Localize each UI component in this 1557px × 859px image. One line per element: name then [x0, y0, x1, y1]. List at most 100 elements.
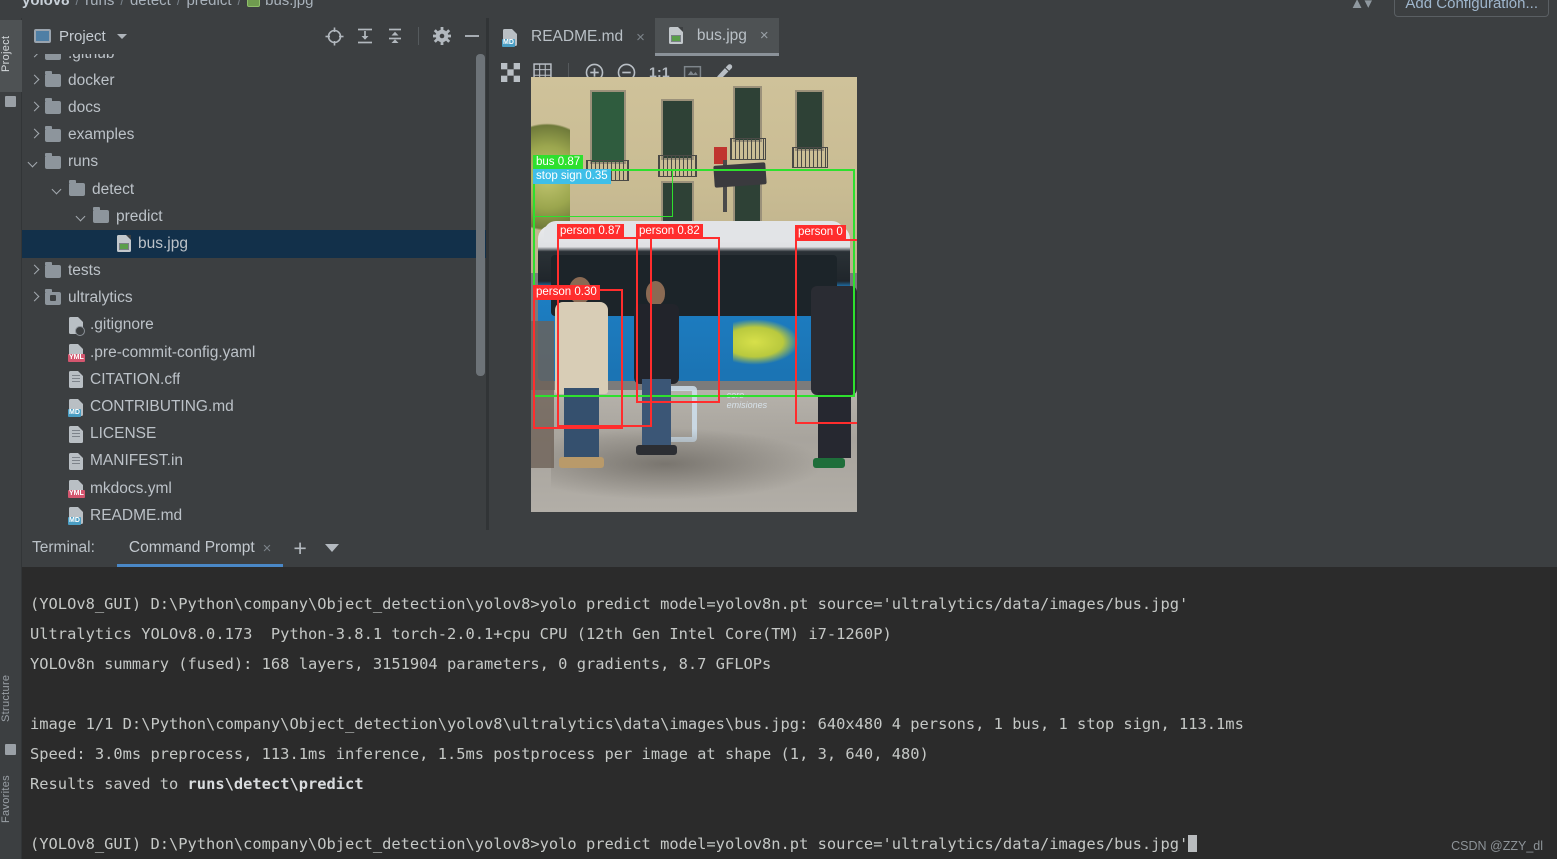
tree-row[interactable]: bus.jpg [22, 230, 489, 258]
folder-icon [45, 54, 61, 61]
tree-row[interactable]: detect [22, 176, 489, 203]
tree-row[interactable]: MD README.md [22, 502, 489, 529]
tree-row[interactable]: MANIFEST.in [22, 448, 489, 475]
terminal-tool-window: Terminal: Command Prompt × + (YOLOv8_GUI… [22, 530, 1557, 859]
tree-row[interactable]: tests [22, 258, 489, 285]
project-panel-actions [325, 18, 481, 54]
breadcrumb-item-detect[interactable]: detect [124, 0, 177, 9]
project-window-icon [34, 29, 51, 43]
tree-row-label: examples [68, 126, 135, 144]
tree-row-label: README.md [90, 506, 183, 524]
tree-row[interactable]: .github [22, 54, 489, 67]
chevron-down-icon[interactable] [116, 33, 127, 39]
chevron-right-icon[interactable] [28, 265, 41, 278]
markdown-file-icon: MD [502, 28, 517, 47]
breadcrumb-item-file[interactable]: bus.jpg [241, 0, 319, 9]
project-tree-scrollbar[interactable] [476, 54, 485, 376]
terminal-line: YOLOv8n summary (fused): 168 layers, 315… [30, 655, 772, 673]
folder-icon [45, 98, 61, 115]
image-file-icon [668, 27, 683, 44]
tree-row-label: runs [68, 153, 99, 171]
chevron-right-icon[interactable] [28, 292, 41, 305]
tree-row[interactable]: MD CONTRIBUTING.md [22, 393, 489, 420]
chevron-down-icon[interactable] [28, 156, 41, 169]
chevron-right-icon[interactable] [28, 129, 41, 142]
tree-row[interactable]: predict [22, 203, 489, 230]
close-icon[interactable]: × [760, 27, 769, 44]
breadcrumb-file-label: bus.jpg [265, 0, 314, 9]
tree-row[interactable]: .gitignore [22, 312, 489, 339]
chevron-right-icon[interactable] [28, 54, 41, 60]
breadcrumb-item-predict[interactable]: predict [180, 0, 237, 9]
terminal-tab-label: Command Prompt [128, 539, 255, 556]
terminal-output[interactable]: (YOLOv8_GUI) D:\Python\company\Object_de… [22, 567, 1557, 859]
bbox-label-bus: bus 0.87 [533, 155, 584, 171]
project-tool-window: Project .githubd [22, 18, 489, 530]
tool-window-button-project[interactable]: Project [0, 20, 22, 92]
collapse-all-icon[interactable] [386, 27, 404, 45]
terminal-header: Terminal: Command Prompt × + [22, 530, 1557, 567]
breadcrumb-item-project[interactable]: yolov8 [22, 0, 76, 9]
text-file-icon [69, 371, 83, 389]
tree-row-label: .gitignore [90, 316, 154, 334]
text-file-icon [69, 425, 83, 443]
tree-row[interactable]: examples [22, 122, 489, 149]
hide-panel-icon[interactable] [463, 27, 481, 45]
tree-row[interactable]: runs [22, 149, 489, 176]
tree-row[interactable]: YML .pre-commit-config.yaml [22, 339, 489, 366]
chevron-right-icon[interactable] [28, 101, 41, 114]
editor-tab-readme[interactable]: MD README.md × [489, 18, 655, 56]
tree-row[interactable]: ultralytics [22, 285, 489, 312]
add-configuration-button[interactable]: Add Configuration... [1394, 0, 1549, 17]
markdown-file-icon: MD [68, 507, 83, 526]
tree-row[interactable]: LICENSE [22, 421, 489, 448]
close-icon[interactable]: × [263, 540, 272, 557]
folder-icon [45, 261, 61, 278]
tree-row-label: ultralytics [68, 289, 133, 307]
tree-row[interactable]: CITATION.cff [22, 366, 489, 393]
run-configuration-icon[interactable]: ▲▾ [1350, 0, 1372, 12]
terminal-line: (YOLOv8_GUI) D:\Python\company\Object_de… [30, 595, 1189, 613]
project-tool-icon [5, 96, 16, 107]
settings-gear-icon[interactable] [433, 27, 451, 45]
chevron-down-icon[interactable] [52, 183, 65, 196]
expand-all-icon[interactable] [356, 27, 374, 45]
chevron-right-icon[interactable] [28, 74, 41, 87]
terminal-cursor [1188, 835, 1198, 852]
tree-row[interactable]: YML mkdocs.yml [22, 475, 489, 502]
tree-row[interactable]: docker [22, 67, 489, 94]
select-opened-file-icon[interactable] [325, 27, 344, 46]
tree-row-label: mkdocs.yml [90, 479, 172, 497]
tool-window-button-favorites[interactable]: Favorites [0, 758, 22, 840]
tree-row-label: CONTRIBUTING.md [90, 398, 234, 416]
yaml-file-icon: YML [68, 480, 85, 499]
chevron-down-icon[interactable] [324, 544, 339, 552]
terminal-line: Ultralytics YOLOv8.0.173 Python-3.8.1 to… [30, 625, 892, 643]
folder-icon [45, 152, 61, 169]
tree-row[interactable]: docs [22, 94, 489, 121]
tree-row-label: docker [68, 71, 115, 89]
bbox-label-person-2: person 0.82 [636, 224, 703, 240]
editor-tab-busjpg[interactable]: bus.jpg × [654, 18, 779, 56]
bbox-label-person-4: person 0.30 [533, 285, 600, 301]
breadcrumb-item-runs[interactable]: runs [79, 0, 120, 9]
editor-tab-label: bus.jpg [696, 26, 747, 44]
bbox-person-2 [636, 237, 720, 403]
new-terminal-button[interactable]: + [283, 536, 316, 560]
chevron-down-icon[interactable] [76, 210, 89, 223]
transparency-chessboard-icon[interactable] [501, 62, 520, 82]
terminal-line: (YOLOv8_GUI) D:\Python\company\Object_de… [24, 829, 1557, 859]
project-file-tree[interactable]: .github docker docs examples runs detect predi… [22, 54, 489, 530]
tree-row-label: tests [68, 262, 101, 280]
terminal-tab-command-prompt[interactable]: Command Prompt × [116, 530, 284, 567]
terminal-label: Terminal: [32, 539, 95, 556]
tool-window-button-structure[interactable]: Structure [0, 658, 22, 738]
image-preview[interactable]: cero emisiones bus 0.87 stop sign 0.35 pe… [531, 77, 857, 512]
tool-window-bar-left: Project Structure Favorites [0, 18, 22, 859]
close-icon[interactable]: × [636, 29, 645, 46]
